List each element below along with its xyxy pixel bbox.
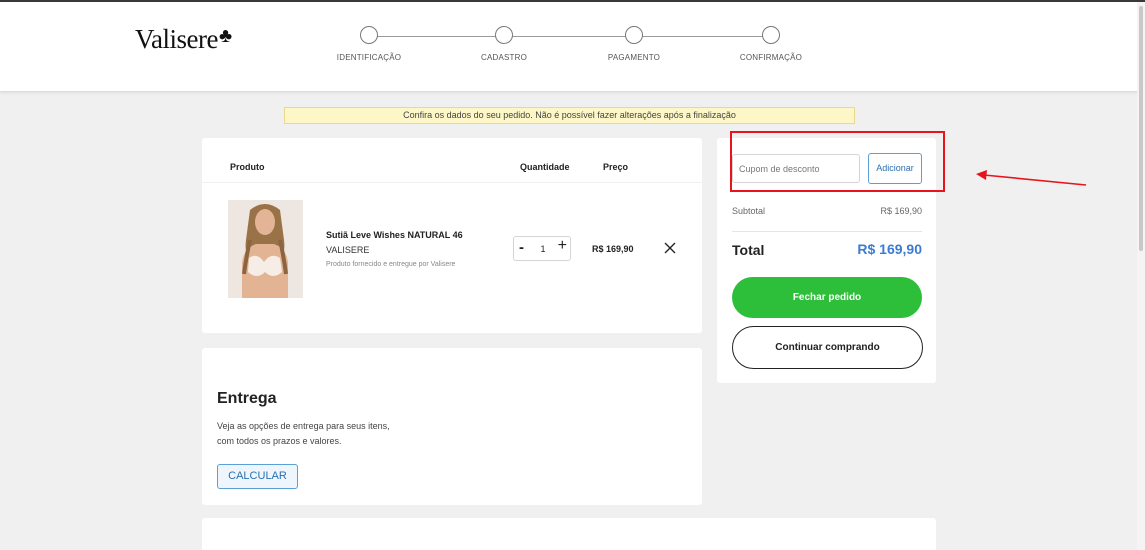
increase-quantity-button[interactable]: + bbox=[558, 237, 567, 255]
product-name[interactable]: Sutiã Leve Wishes NATURAL 46 bbox=[326, 230, 463, 240]
subtotal-value: R$ 169,90 bbox=[880, 206, 922, 216]
step-circle bbox=[762, 26, 780, 44]
column-header-quantity: Quantidade bbox=[520, 162, 570, 172]
delivery-description: Veja as opções de entrega para seus iten… bbox=[217, 421, 390, 431]
club-icon: ♣ bbox=[218, 25, 232, 47]
checkout-header: Valisere♣ IDENTIFICAÇÃO CADASTRO PAGAMEN… bbox=[0, 2, 1145, 92]
product-thumbnail[interactable] bbox=[228, 200, 303, 298]
logo-text: Valisere bbox=[135, 24, 218, 54]
delivery-description: com todos os prazos e valores. bbox=[217, 436, 342, 446]
continue-shopping-button[interactable]: Continuar comprando bbox=[732, 326, 923, 369]
annotation-highlight-box bbox=[730, 131, 945, 192]
step-circle bbox=[495, 26, 513, 44]
page-scrollbar[interactable] bbox=[1137, 2, 1145, 550]
delivery-card: Entrega Veja as opções de entrega para s… bbox=[202, 348, 702, 505]
step-identificacao: IDENTIFICAÇÃO bbox=[309, 26, 429, 62]
step-label: CONFIRMAÇÃO bbox=[739, 53, 803, 62]
cart-items-card: Produto Quantidade Preço Sutiã Leve Wish… bbox=[202, 138, 702, 333]
summary-divider bbox=[732, 231, 922, 232]
step-confirmacao: CONFIRMAÇÃO bbox=[711, 26, 831, 62]
scrollbar-thumb[interactable] bbox=[1139, 6, 1143, 251]
delivery-title: Entrega bbox=[217, 390, 277, 407]
step-label: CADASTRO bbox=[480, 53, 528, 62]
step-label: IDENTIFICAÇÃO bbox=[336, 53, 402, 62]
close-icon[interactable] bbox=[663, 241, 677, 255]
column-header-price: Preço bbox=[603, 162, 629, 172]
order-notice: Confira os dados do seu pedido. Não é po… bbox=[284, 107, 855, 124]
annotation-arrow bbox=[972, 166, 1090, 190]
payment-card bbox=[202, 518, 936, 550]
product-brand: VALISERE bbox=[326, 245, 370, 255]
product-seller-note: Produto fornecido e entregue por Valiser… bbox=[326, 261, 456, 268]
step-circle bbox=[360, 26, 378, 44]
brand-logo[interactable]: Valisere♣ bbox=[135, 24, 232, 55]
total-label: Total bbox=[732, 242, 765, 258]
quantity-stepper: - 1 + bbox=[513, 236, 571, 261]
step-label: PAGAMENTO bbox=[607, 53, 661, 62]
header-divider bbox=[202, 182, 702, 183]
step-cadastro: CADASTRO bbox=[444, 26, 564, 62]
calculate-shipping-button[interactable]: CALCULAR bbox=[217, 464, 298, 489]
column-header-product: Produto bbox=[230, 162, 265, 172]
product-price: R$ 169,90 bbox=[592, 244, 634, 254]
step-pagamento: PAGAMENTO bbox=[574, 26, 694, 62]
total-value: R$ 169,90 bbox=[857, 241, 922, 257]
checkout-button[interactable]: Fechar pedido bbox=[732, 277, 922, 318]
step-circle bbox=[625, 26, 643, 44]
subtotal-label: Subtotal bbox=[732, 206, 766, 216]
